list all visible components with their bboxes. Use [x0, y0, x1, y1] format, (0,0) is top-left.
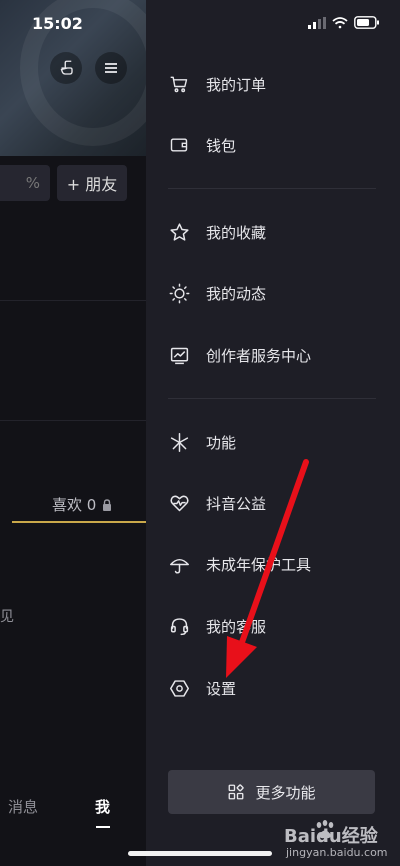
likes-tab-indicator: [12, 521, 146, 523]
settings-hex-icon: [169, 679, 189, 697]
menu-label-charity: 抖音公益: [206, 494, 267, 513]
drawer-divider-2: [168, 398, 376, 399]
menu-item-favorites[interactable]: 我的收藏: [168, 212, 388, 252]
menu-item-settings[interactable]: 设置: [168, 668, 388, 708]
menu-item-charity[interactable]: 抖音公益: [168, 483, 388, 523]
side-drawer: 我的订单 钱包 我的收藏 我的动态 创作者服务中心 功能 抖音公益 未成年保护工…: [146, 0, 400, 866]
menu-item-wallet[interactable]: 钱包: [168, 125, 388, 165]
menu-label-minor-protection: 未成年保护工具: [206, 555, 312, 574]
menu-item-minor-protection[interactable]: 未成年保护工具: [168, 544, 388, 584]
menu-label-creator-center: 创作者服务中心: [206, 346, 312, 365]
hamburger-icon: [105, 63, 117, 73]
wallet-icon: [170, 138, 188, 152]
status-icons: [308, 16, 380, 29]
left-fragment-text: 见: [0, 609, 14, 625]
profile-stat-fragment: %: [0, 165, 50, 201]
nav-me-indicator: [96, 826, 110, 828]
add-friend-button[interactable]: + 朋友: [57, 165, 127, 201]
wifi-icon: [332, 16, 348, 28]
likes-tab[interactable]: 喜欢 0: [52, 494, 112, 515]
sparkle-icon: [170, 432, 188, 452]
menu-label-features: 功能: [206, 433, 237, 452]
menu-label-favorites: 我的收藏: [206, 223, 267, 242]
menu-label-settings: 设置: [206, 679, 237, 698]
menu-item-orders[interactable]: 我的订单: [168, 64, 388, 104]
home-indicator: [128, 851, 272, 856]
menu-item-customer-service[interactable]: 我的客服: [168, 606, 388, 646]
menu-item-features[interactable]: 功能: [168, 422, 388, 462]
headset-icon: [170, 617, 188, 635]
hand-pointer-icon: [60, 60, 73, 75]
bottom-nav: [0, 780, 146, 866]
lock-icon: [103, 498, 112, 511]
stat-fragment-text: %: [25, 174, 40, 192]
cart-icon: [170, 76, 188, 93]
drawer-divider-1: [168, 188, 376, 189]
status-bar: 15:02: [0, 0, 400, 46]
menu-item-activity[interactable]: 我的动态: [168, 273, 388, 313]
menu-label-orders: 我的订单: [206, 75, 267, 94]
more-features-button[interactable]: 更多功能: [168, 770, 375, 814]
baidu-watermark: Baidu经验 jingyan.baidu.com: [284, 818, 394, 864]
left-divider-1: [0, 300, 146, 301]
menu-label-customer-service: 我的客服: [206, 617, 267, 636]
star-icon: [169, 222, 189, 241]
hand-pointer-button[interactable]: [50, 52, 82, 84]
battery-icon: [354, 16, 379, 29]
left-divider-2: [0, 420, 146, 421]
heart-pulse-icon: [169, 495, 189, 511]
likes-tab-label: 喜欢 0: [52, 496, 97, 514]
watermark-site: jingyan.baidu.com: [286, 846, 388, 859]
nav-messages[interactable]: 消息: [8, 796, 38, 817]
sun-icon: [169, 283, 189, 303]
menu-item-creator-center[interactable]: 创作者服务中心: [168, 335, 388, 375]
nav-me[interactable]: 我: [95, 796, 110, 817]
watermark-brand: Baidu经验: [284, 826, 378, 847]
menu-button[interactable]: [95, 52, 127, 84]
menu-label-wallet: 钱包: [206, 136, 237, 155]
menu-label-activity: 我的动态: [206, 284, 267, 303]
umbrella-icon: [169, 558, 189, 574]
grid-apps-icon: [229, 784, 245, 800]
chart-icon: [170, 347, 188, 364]
add-friend-label: + 朋友: [66, 175, 118, 194]
background-profile-page: % + 朋友 喜欢 0 见 消息 我: [0, 0, 146, 866]
more-features-label: 更多功能: [255, 783, 316, 802]
signal-icon: [308, 16, 326, 29]
status-time: 15:02: [32, 14, 83, 33]
